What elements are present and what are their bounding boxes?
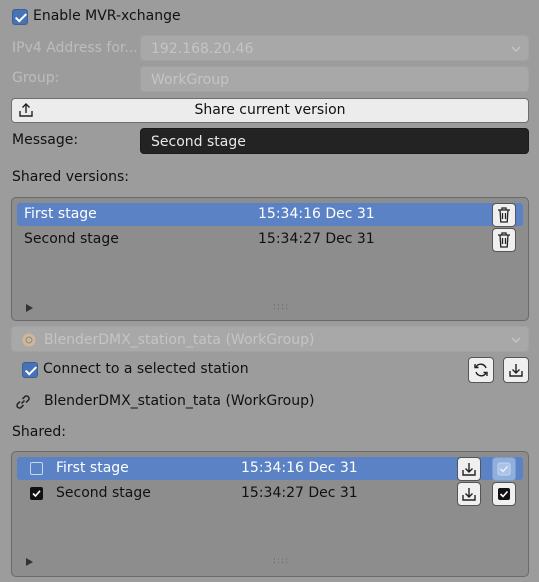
message-input[interactable]: Second stage	[140, 128, 529, 154]
chevron-down-icon	[511, 46, 521, 52]
connect-checkbox[interactable]	[22, 362, 38, 378]
shared-label: Shared:	[12, 424, 67, 440]
group-value: WorkGroup	[151, 72, 230, 88]
trash-icon	[498, 232, 510, 248]
version-name: Second stage	[24, 231, 119, 247]
shared-toggle-checkbox[interactable]	[492, 482, 516, 506]
list-item[interactable]: First stage 15:34:16 Dec 31	[17, 457, 523, 480]
check-icon	[497, 462, 511, 476]
ipv4-value: 192.168.20.46	[151, 41, 254, 57]
check-icon	[498, 488, 510, 500]
shared-toggle-checkbox[interactable]	[492, 457, 516, 481]
version-time: 15:34:16 Dec 31	[258, 206, 375, 222]
download-station-button[interactable]	[503, 357, 529, 383]
shared-versions-label: Shared versions:	[12, 169, 130, 185]
refresh-button[interactable]	[468, 357, 494, 383]
download-icon	[509, 364, 523, 377]
share-button-label: Share current version	[194, 102, 346, 118]
ipv4-select[interactable]: 192.168.20.46	[140, 35, 529, 61]
enable-checkbox[interactable]	[12, 9, 28, 25]
share-current-version-button[interactable]: Share current version	[11, 98, 529, 123]
delete-version-button[interactable]	[492, 203, 516, 227]
expand-triangle-icon[interactable]	[26, 558, 33, 566]
list-item[interactable]: Second stage 15:34:27 Dec 31	[17, 482, 523, 505]
download-shared-button[interactable]	[457, 457, 481, 481]
download-shared-button[interactable]	[457, 482, 481, 506]
station-icon	[21, 332, 37, 348]
grip-handle-icon[interactable]: ::::	[273, 302, 289, 312]
station-select[interactable]: BlenderDMX_station_tata (WorkGroup)	[11, 326, 529, 352]
download-icon	[462, 488, 476, 501]
grip-handle-icon[interactable]: ::::	[273, 556, 289, 566]
version-name: First stage	[24, 206, 97, 222]
shared-item-checkbox[interactable]	[30, 487, 43, 500]
download-icon	[462, 463, 476, 476]
shared-item-time: 15:34:27 Dec 31	[241, 485, 358, 501]
refresh-icon	[474, 363, 488, 377]
ipv4-label: IPv4 Address for...	[12, 40, 138, 56]
station-select-value: BlenderDMX_station_tata (WorkGroup)	[44, 332, 315, 348]
message-value: Second stage	[151, 134, 246, 150]
trash-icon	[498, 207, 510, 223]
shared-item-checkbox[interactable]	[30, 462, 43, 475]
shared-item-name: First stage	[56, 460, 129, 476]
message-label: Message:	[12, 132, 79, 148]
upload-icon	[19, 103, 33, 117]
list-item[interactable]: First stage 15:34:16 Dec 31	[17, 203, 523, 226]
shared-list: First stage 15:34:16 Dec 31 Second stage…	[11, 451, 529, 577]
shared-versions-list: First stage 15:34:16 Dec 31 Second stage…	[11, 197, 529, 321]
group-field[interactable]: WorkGroup	[140, 66, 529, 92]
station-link-label: BlenderDMX_station_tata (WorkGroup)	[44, 393, 315, 409]
shared-item-time: 15:34:16 Dec 31	[241, 460, 358, 476]
link-icon	[16, 395, 30, 409]
version-time: 15:34:27 Dec 31	[258, 231, 375, 247]
connect-label: Connect to a selected station	[43, 361, 249, 377]
expand-triangle-icon[interactable]	[26, 304, 33, 312]
list-item[interactable]: Second stage 15:34:27 Dec 31	[17, 228, 523, 251]
shared-item-name: Second stage	[56, 485, 151, 501]
check-icon	[32, 490, 41, 498]
group-label: Group:	[12, 70, 60, 86]
chevron-down-icon	[511, 337, 521, 343]
delete-version-button[interactable]	[492, 228, 516, 252]
enable-label: Enable MVR-xchange	[33, 8, 181, 24]
